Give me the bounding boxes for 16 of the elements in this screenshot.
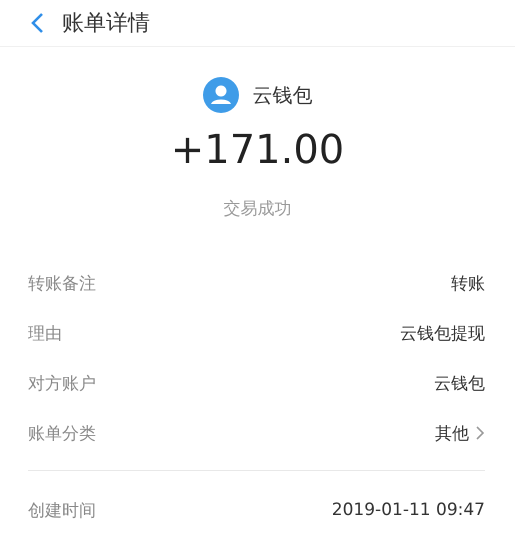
detail-label: 对方账户 xyxy=(28,372,96,394)
detail-label: 转账备注 xyxy=(28,272,96,294)
detail-value: 转账 xyxy=(451,272,485,294)
detail-value: 云钱包 xyxy=(434,372,485,394)
detail-label: 创建时间 xyxy=(28,500,96,522)
detail-label: 账单分类 xyxy=(28,422,96,444)
page-title: 账单详情 xyxy=(62,10,150,38)
category-link[interactable]: 其他 xyxy=(435,422,485,444)
avatar-icon xyxy=(202,77,238,113)
detail-label: 理由 xyxy=(28,322,62,344)
detail-value: 2019-01-11 09:47 xyxy=(332,500,485,520)
payee-name: 云钱包 xyxy=(252,82,312,108)
detail-value: 云钱包提现 xyxy=(400,322,485,344)
amount: +171.00 xyxy=(170,127,344,173)
transaction-status: 交易成功 xyxy=(224,198,292,220)
chevron-right-icon xyxy=(475,425,485,441)
